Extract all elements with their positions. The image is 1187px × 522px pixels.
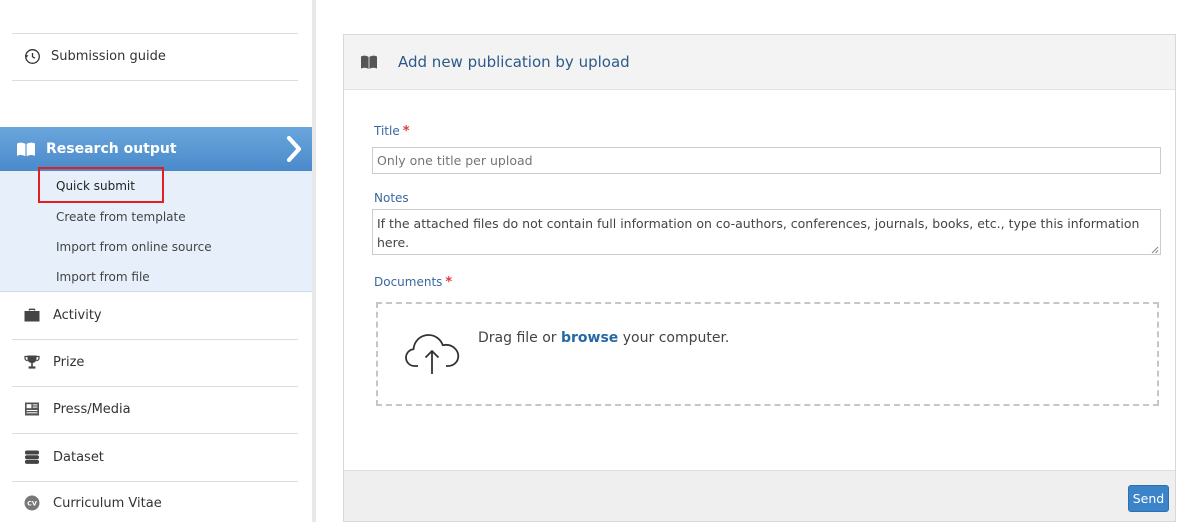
book-icon [361, 55, 377, 69]
book-icon [17, 142, 35, 157]
activity-label: Activity [53, 307, 102, 323]
dataset-label: Dataset [53, 449, 104, 465]
divider [12, 386, 298, 387]
submission-guide-label: Submission guide [51, 48, 166, 64]
cloud-upload-icon [405, 334, 460, 374]
divider [12, 80, 298, 81]
panel-header: Add new publication by upload [344, 35, 1175, 90]
sidebar: Submission guide Research output Quick s… [0, 0, 312, 522]
required-marker: * [445, 275, 453, 290]
trophy-icon [24, 355, 40, 369]
sidebar-item-dataset[interactable]: Dataset [24, 446, 104, 468]
browse-link[interactable]: browse [561, 330, 618, 346]
submission-guide-link[interactable]: Submission guide [24, 45, 166, 67]
divider [12, 481, 298, 482]
research-output-label: Research output [46, 141, 177, 157]
documents-label-text: Documents [374, 275, 443, 289]
submenu-item-create-from-template[interactable]: Create from template [56, 208, 186, 226]
history-icon [24, 48, 40, 64]
research-output-header[interactable]: Research output [0, 127, 312, 171]
database-icon [25, 450, 39, 464]
submenu-item-import-online[interactable]: Import from online source [56, 238, 212, 256]
drop-zone-text: Drag file or browse your computer. [478, 330, 729, 346]
sidebar-separator [312, 0, 316, 522]
file-drop-zone[interactable]: Drag file or browse your computer. [376, 302, 1159, 406]
divider [12, 433, 298, 434]
cv-icon: CV [24, 495, 40, 511]
svg-text:CV: CV [27, 500, 37, 508]
drop-suffix: your computer. [622, 330, 730, 346]
sidebar-item-prize[interactable]: Prize [24, 351, 84, 373]
press-media-label: Press/Media [53, 401, 131, 417]
prize-label: Prize [53, 354, 85, 370]
newspaper-icon [25, 402, 39, 416]
notes-field-label: Notes [374, 191, 409, 205]
quick-submit-highlight [38, 167, 164, 203]
required-marker: * [402, 124, 410, 139]
sidebar-item-activity[interactable]: Activity [24, 304, 102, 326]
send-button[interactable]: Send [1128, 485, 1169, 512]
chevron-right-icon[interactable] [284, 135, 304, 163]
briefcase-icon [24, 308, 40, 322]
divider [12, 339, 298, 340]
upload-panel: Add new publication by upload Title* Not… [343, 34, 1176, 522]
divider [12, 33, 298, 34]
resize-handle-icon[interactable] [1151, 246, 1159, 254]
notes-textarea[interactable]: If the attached files do not contain ful… [372, 209, 1161, 255]
panel-footer: Send [344, 470, 1175, 521]
sidebar-item-curriculum-vitae[interactable]: CV Curriculum Vitae [24, 492, 162, 514]
title-input[interactable] [372, 147, 1161, 174]
documents-field-label: Documents * [374, 275, 452, 290]
sidebar-item-press-media[interactable]: Press/Media [24, 398, 131, 420]
panel-title: Add new publication by upload [398, 53, 630, 71]
curriculum-vitae-label: Curriculum Vitae [53, 495, 162, 511]
title-field-label: Title * [374, 124, 410, 139]
submenu-item-import-file[interactable]: Import from file [56, 268, 150, 286]
title-label-text: Title [374, 124, 400, 138]
drop-prefix: Drag file or [478, 330, 557, 346]
